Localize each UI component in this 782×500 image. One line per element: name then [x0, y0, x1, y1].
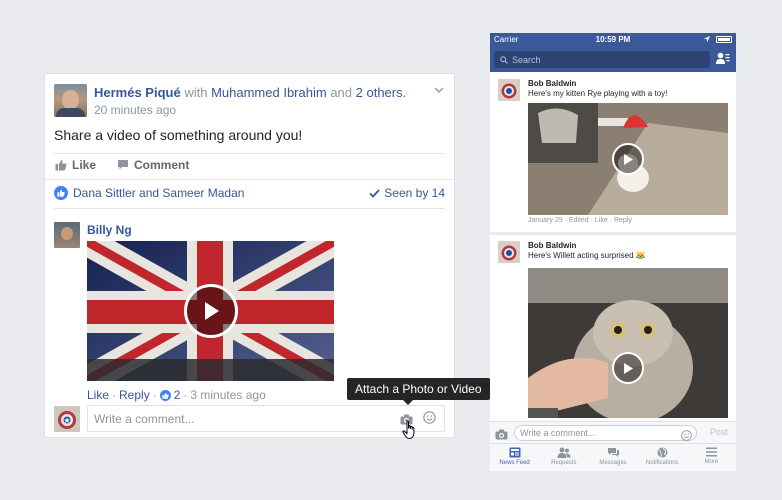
status-clock: 10:59 PM — [595, 35, 631, 44]
tab-more[interactable]: More — [687, 444, 736, 471]
separator-dot: · — [152, 388, 157, 402]
checkmark-icon — [369, 188, 380, 198]
comment-reply-link[interactable]: Reply — [119, 388, 150, 402]
search-bar[interactable]: Search — [494, 51, 710, 68]
author-avatar[interactable] — [54, 84, 87, 117]
tab-label: Requests — [551, 460, 577, 466]
hamburger-menu-icon — [705, 447, 717, 457]
willett-video[interactable] — [528, 268, 728, 418]
mobile-comment-input[interactable]: Write a comment... — [514, 425, 697, 441]
poster-name[interactable]: Bob Baldwin — [528, 79, 576, 88]
likes-summary[interactable]: Dana Sittler and Sameer Madan — [54, 186, 244, 200]
author-name[interactable]: Hermés Piqué — [94, 85, 181, 100]
post-text: Share a video of something around you! — [54, 127, 303, 143]
status-bar: Carrier 10:59 PM — [490, 33, 736, 47]
comment-like-link[interactable]: Like — [87, 388, 109, 402]
comment-like-count[interactable]: 2 — [174, 388, 181, 402]
separator-dot: · — [112, 388, 117, 402]
messages-icon — [607, 448, 619, 457]
seen-by-label: Seen by 14 — [384, 186, 445, 200]
location-arrow-icon — [704, 35, 710, 44]
comment-video[interactable] — [87, 241, 334, 381]
thumbs-up-icon — [55, 160, 67, 171]
search-icon — [500, 55, 508, 64]
post-caption: Here's my kitten Rye playing with a toy! — [528, 89, 668, 98]
post-meta[interactable]: January 29 · Edited · Like · Reply — [528, 217, 632, 224]
comment-placeholder: Write a comment... — [94, 412, 195, 426]
globe-icon — [657, 447, 668, 458]
others-link[interactable]: 2 others. — [356, 85, 407, 100]
tab-requests[interactable]: Requests — [539, 444, 588, 471]
comment-button[interactable]: Comment — [117, 158, 189, 172]
tab-label: Notifications — [645, 460, 679, 466]
kitten-video[interactable] — [528, 103, 728, 215]
friend-requests-icon — [557, 447, 571, 458]
poster-name[interactable]: Bob Baldwin — [528, 241, 576, 250]
play-button[interactable] — [612, 143, 644, 175]
top-nav-bar: Search — [490, 47, 736, 72]
like-reaction-icon — [159, 389, 171, 401]
current-user-avatar — [54, 406, 80, 432]
bottom-tab-bar: News Feed Requests Messages Notification… — [490, 443, 736, 471]
likers-names[interactable]: Dana Sittler and Sameer Madan — [73, 186, 244, 200]
friends-list-icon[interactable] — [716, 52, 730, 70]
play-button[interactable] — [612, 352, 644, 384]
battery-icon — [716, 36, 732, 43]
tagged-friend-link[interactable]: Muhammed Ibrahim — [211, 85, 327, 100]
tab-label: News Feed — [499, 460, 530, 466]
play-button[interactable] — [184, 284, 238, 338]
hand-pointer-cursor-icon — [402, 420, 418, 445]
poster-avatar[interactable] — [498, 241, 520, 263]
divider — [490, 232, 736, 235]
like-label: Like — [72, 158, 97, 172]
post-button[interactable]: Post — [710, 427, 728, 437]
with-word: with — [184, 85, 208, 100]
and-word: and — [330, 85, 353, 100]
tab-label: Messages — [599, 460, 627, 466]
like-reaction-icon — [54, 186, 68, 200]
poster-avatar[interactable] — [498, 79, 520, 101]
comment-bubble-icon — [118, 160, 128, 170]
news-feed-icon — [509, 447, 521, 458]
attach-tooltip: Attach a Photo or Video — [347, 378, 490, 405]
post-timestamp[interactable]: 20 minutes ago — [94, 103, 176, 117]
tab-notifications[interactable]: Notifications — [638, 444, 687, 471]
comment-input[interactable]: Write a comment... — [87, 405, 445, 432]
mobile-comment-bar: Write a comment... Post — [490, 421, 736, 443]
seen-by[interactable]: Seen by 14 — [369, 186, 445, 200]
emoji-icon[interactable] — [423, 411, 436, 429]
divider — [54, 208, 445, 209]
commenter-avatar[interactable] — [54, 222, 80, 248]
chevron-down-icon[interactable] — [434, 84, 444, 96]
mobile-comment-placeholder: Write a comment... — [520, 428, 596, 438]
tab-messages[interactable]: Messages — [588, 444, 637, 471]
comment-actions: Like · Reply · 2 · 3 minutes ago — [87, 388, 266, 402]
comment-timestamp[interactable]: 3 minutes ago — [190, 388, 265, 402]
phone-screen: Carrier 10:59 PM Search Bob Baldwin Here… — [490, 33, 736, 471]
tab-news-feed[interactable]: News Feed — [490, 444, 539, 471]
tab-label: More — [704, 459, 719, 465]
surprised-cat-thumbnail — [528, 268, 728, 418]
search-placeholder: Search — [512, 54, 541, 65]
comment-label: Comment — [134, 158, 190, 172]
post-header: Hermés Piqué with Muhammed Ibrahim and 2… — [94, 85, 406, 100]
divider — [54, 153, 445, 154]
like-button[interactable]: Like — [55, 158, 96, 172]
post-caption: Here's Willett acting surprised 😹 — [528, 251, 646, 260]
separator-dot: · — [183, 388, 188, 402]
commenter-name[interactable]: Billy Ng — [87, 223, 132, 237]
divider — [45, 179, 454, 180]
